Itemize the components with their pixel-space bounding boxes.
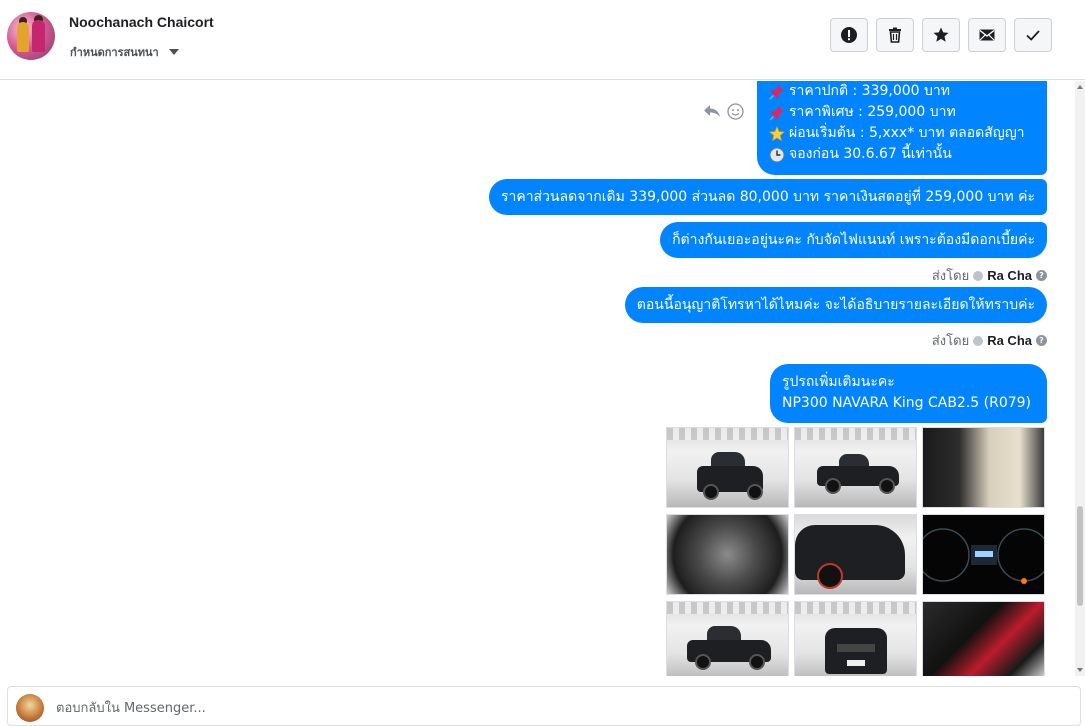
scroll-down-icon[interactable]: [1077, 668, 1083, 672]
conversation-settings-dropdown[interactable]: กำหนดการสนทนา: [70, 43, 179, 61]
message-bubble-price[interactable]: ราคาปกติ : 339,000 บาท ราคาพิเศษ : 259,0…: [757, 81, 1047, 175]
message-bubble-photo-caption[interactable]: รูปรถเพิ่มเติมนะคะ NP300 NAVARA King CAB…: [770, 364, 1047, 423]
delete-button[interactable]: [876, 18, 914, 52]
message-bubble[interactable]: ตอนนี้อนุญาติโทรหาได้ไหมค่ะ จะได้อธิบายร…: [624, 287, 1047, 323]
price-line-text: จองก่อน 30.6.67 นี้เท่านั้น: [789, 146, 952, 162]
caption-line: NP300 NAVARA King CAB2.5 (R079): [782, 395, 1032, 411]
page-avatar: [16, 694, 44, 722]
car-photo[interactable]: [922, 601, 1045, 676]
thread-header: Noochanach Chaicort กำหนดการสนทนา: [0, 0, 1085, 80]
price-line: ราคาพิเศษ : 259,000 บาท: [769, 102, 1035, 123]
help-icon[interactable]: ?: [1036, 270, 1047, 281]
pushpin-icon: [769, 105, 785, 121]
mark-spam-button[interactable]: [830, 18, 868, 52]
sent-by-text: ส่งโดย: [931, 269, 970, 284]
reply-composer: [7, 686, 1081, 726]
car-photo[interactable]: [794, 514, 917, 595]
car-photo[interactable]: [794, 427, 917, 508]
mark-done-button[interactable]: [1014, 18, 1052, 52]
message-bubble[interactable]: ก็ต่างกันเยอะอยู่นะคะ กับจัดไฟแนนท์ เพรา…: [660, 222, 1047, 258]
avatar-figure: [17, 22, 29, 52]
sender-name[interactable]: Ra Cha: [987, 268, 1032, 283]
message-bubble[interactable]: ราคาส่วนลดจากเดิม 339,000 ส่วนลด 80,000 …: [488, 179, 1047, 215]
contact-avatar[interactable]: [7, 12, 55, 60]
caption-line: รูปรถเพิ่มเติมนะคะ: [782, 374, 895, 390]
contact-name[interactable]: Noochanach Chaicort: [69, 14, 214, 30]
conversation-settings-label: กำหนดการสนทนา: [70, 46, 159, 59]
check-icon: [1026, 30, 1040, 41]
price-line-text: ราคาพิเศษ : 259,000 บาท: [789, 104, 956, 120]
star-emoji-icon: [769, 125, 785, 142]
car-photo[interactable]: [666, 427, 789, 508]
reply-input[interactable]: [54, 696, 958, 720]
clock-icon: [769, 147, 785, 163]
star-button[interactable]: [922, 18, 960, 52]
help-icon[interactable]: ?: [1036, 335, 1047, 346]
message-thread: ราคาปกติ : 339,000 บาท ราคาพิเศษ : 259,0…: [0, 81, 1075, 676]
reply-arrow-icon[interactable]: [703, 103, 721, 119]
car-photo[interactable]: [666, 514, 789, 595]
scroll-up-icon[interactable]: [1077, 85, 1083, 89]
scrollbar-thumb[interactable]: [1077, 506, 1083, 606]
sender-name[interactable]: Ra Cha: [987, 333, 1032, 348]
price-line: ราคาปกติ : 339,000 บาท: [769, 81, 1035, 102]
message-hover-tools: [703, 103, 744, 120]
car-photo[interactable]: [922, 427, 1045, 508]
sent-by-label: ส่งโดย Ra Cha ?: [932, 330, 1047, 351]
star-icon: [933, 27, 949, 42]
envelope-icon: [979, 29, 995, 41]
price-line: จองก่อน 30.6.67 นี้เท่านั้น: [769, 144, 1035, 165]
caret-down-icon: [168, 49, 179, 55]
price-line: ผ่อนเริ่มต้น : 5,xxx* บาท ตลอดสัญญา: [769, 123, 1035, 144]
verified-icon: [973, 270, 984, 281]
avatar-figure: [32, 20, 45, 52]
sent-by-text: ส่งโดย: [931, 334, 970, 349]
car-photo[interactable]: [922, 514, 1045, 595]
emoji-reaction-icon[interactable]: [727, 103, 744, 120]
thread-actions: [830, 18, 1052, 52]
sent-by-label: ส่งโดย Ra Cha ?: [932, 265, 1047, 286]
car-photo[interactable]: [666, 601, 789, 676]
trash-icon: [889, 27, 901, 43]
car-photo[interactable]: [794, 601, 917, 676]
pushpin-icon: [769, 84, 785, 100]
price-line-text: ผ่อนเริ่มต้น : 5,xxx* บาท ตลอดสัญญา: [789, 125, 1025, 141]
mark-unread-button[interactable]: [968, 18, 1006, 52]
exclamation-icon: [841, 27, 857, 43]
price-line-text: ราคาปกติ : 339,000 บาท: [789, 83, 950, 99]
thread-scrollbar[interactable]: [1075, 81, 1085, 676]
verified-icon: [973, 335, 984, 346]
